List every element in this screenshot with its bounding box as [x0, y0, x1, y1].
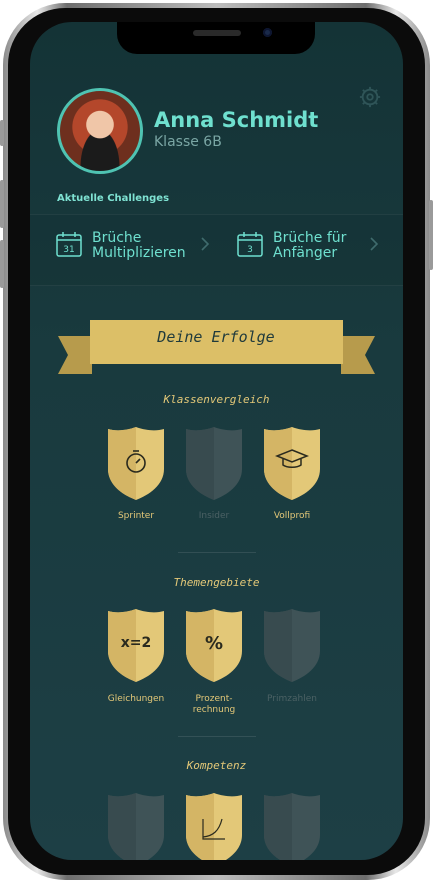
badge-label-line2: rechnung [192, 705, 236, 715]
app-screen: Anna Schmidt Klasse 6B Aktuelle Challeng… [30, 22, 403, 860]
volume-down-button [0, 240, 4, 288]
badge-label: Gleichungen [107, 694, 165, 704]
power-button [429, 200, 433, 270]
earpiece-speaker [193, 30, 241, 36]
notch [117, 22, 315, 54]
section-title-themengebiete: Themengebiete [173, 576, 260, 589]
achievements-banner [58, 320, 375, 374]
badge-locked[interactable] [107, 791, 165, 860]
user-class: Klasse 6B [154, 134, 222, 150]
calendar-day: 3 [247, 245, 253, 255]
challenge-item[interactable]: 31 Brüche Multiplizieren [56, 229, 216, 269]
challenge-label-line2: Multiplizieren [92, 245, 186, 261]
challenge-label: Brüche Multiplizieren [92, 231, 186, 261]
section-title-kompetenz: Kompetenz [186, 759, 247, 772]
badge-locked[interactable] [263, 791, 321, 860]
challenge-label: Brüche für Anfänger [273, 231, 346, 261]
mute-switch [0, 120, 4, 146]
section-divider [178, 552, 256, 553]
calendar-icon: 31 [56, 232, 82, 257]
avatar[interactable] [57, 88, 143, 174]
calendar-icon: 3 [237, 232, 263, 257]
challenge-label-line1: Brüche für [273, 230, 347, 246]
chevron-right-icon [370, 237, 379, 251]
badge-sprinter[interactable] [107, 425, 165, 501]
gear-icon[interactable] [359, 86, 381, 108]
badge-label: Prozent- rechnung [169, 694, 259, 716]
challenge-item[interactable]: 3 Brüche für Anfänger [237, 229, 397, 269]
section-divider [178, 736, 256, 737]
front-camera [263, 28, 272, 37]
challenge-label-line2: Anfänger [273, 245, 338, 261]
chevron-right-icon [201, 237, 210, 251]
badge-label: Insider [198, 511, 230, 521]
percent-icon: % [204, 633, 224, 654]
equation-icon: x=2 [120, 635, 152, 651]
volume-up-button [0, 180, 4, 228]
calendar-day: 31 [63, 245, 74, 255]
badge-vollprofi[interactable] [263, 425, 321, 501]
badge-kurven[interactable] [185, 791, 243, 860]
badge-label-line1: Prozent- [195, 694, 233, 704]
section-title-klassenvergleich: Klassenvergleich [163, 393, 270, 406]
badge-label: Sprinter [117, 511, 155, 521]
badge-insider[interactable] [185, 425, 243, 501]
badge-label: Vollprofi [273, 511, 311, 521]
badge-primzahlen[interactable] [263, 607, 321, 683]
user-name: Anna Schmidt [154, 108, 319, 132]
badge-label: Primzahlen [267, 694, 317, 704]
challenges-strip: 31 Brüche Multiplizieren 3 Brüche für An… [30, 214, 403, 286]
challenge-label-line1: Brüche [92, 230, 142, 246]
achievements-title: Deine Erfolge [157, 328, 275, 346]
challenges-heading: Aktuelle Challenges [57, 193, 170, 204]
